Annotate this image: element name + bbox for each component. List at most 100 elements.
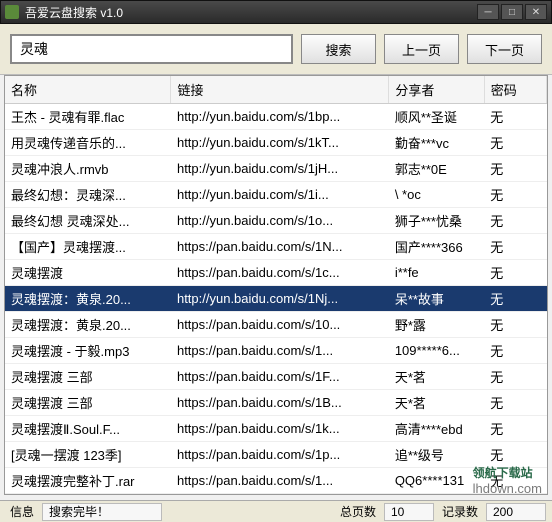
cell-name: 用灵魂传递音乐的... — [5, 130, 171, 156]
cell-link: https://pan.baidu.com/s/1N... — [171, 234, 389, 260]
table-row[interactable]: 灵魂摆渡 三部https://pan.baidu.com/s/1F...天*茗无 — [5, 364, 547, 390]
cell-sharer: 天*茗 — [389, 390, 484, 416]
col-link[interactable]: 链接 — [171, 76, 389, 104]
cell-pwd: 无 — [484, 182, 546, 208]
maximize-button[interactable]: □ — [501, 4, 523, 20]
watermark-url: lhdown.com — [473, 481, 542, 496]
cell-sharer: i**fe — [389, 260, 484, 286]
table-row[interactable]: 灵魂摆渡完整补丁.rarhttps://pan.baidu.com/s/1...… — [5, 468, 547, 494]
cell-sharer: \ *oc — [389, 182, 484, 208]
cell-pwd: 无 — [484, 390, 546, 416]
search-button[interactable]: 搜索 — [301, 34, 376, 64]
cell-pwd: 无 — [484, 208, 546, 234]
cell-name: [灵魂一摆渡 123季] — [5, 442, 171, 468]
cell-pwd: 无 — [484, 156, 546, 182]
window-title: 吾爱云盘搜索 v1.0 — [25, 4, 475, 21]
cell-sharer: 天*茗 — [389, 364, 484, 390]
cell-link: https://pan.baidu.com/s/1B... — [171, 390, 389, 416]
table-row[interactable]: 灵魂摆渡：黄泉.20...https://pan.baidu.com/s/10.… — [5, 312, 547, 338]
cell-sharer: 追**级号 — [389, 442, 484, 468]
cell-link: http://yun.baidu.com/s/1o... — [171, 208, 389, 234]
cell-pwd: 无 — [484, 364, 546, 390]
col-sharer[interactable]: 分享者 — [389, 76, 484, 104]
cell-link: https://pan.baidu.com/s/1... — [171, 338, 389, 364]
cell-name: 灵魂摆渡 三部 — [5, 390, 171, 416]
table-row[interactable]: 用灵魂传递音乐的...http://yun.baidu.com/s/1kT...… — [5, 130, 547, 156]
cell-link: http://yun.baidu.com/s/1Nj... — [171, 286, 389, 312]
cell-link: https://pan.baidu.com/s/1... — [171, 468, 389, 494]
cell-sharer: 野*露 — [389, 312, 484, 338]
table-row[interactable]: 灵魂摆渡黄泉《微...https://pan.baidu.com/s/1eT..… — [5, 494, 547, 496]
cell-link: http://yun.baidu.com/s/1kT... — [171, 130, 389, 156]
cell-pwd: 无 — [484, 234, 546, 260]
cell-pwd: 无 — [484, 286, 546, 312]
title-bar: 吾爱云盘搜索 v1.0 ─ □ ✕ — [0, 0, 552, 24]
cell-name: 灵魂摆渡Ⅱ.Soul.F... — [5, 416, 171, 442]
table-row[interactable]: 灵魂摆渡https://pan.baidu.com/s/1c...i**fe无 — [5, 260, 547, 286]
search-input[interactable] — [10, 34, 293, 64]
app-icon — [5, 5, 19, 19]
cell-link: https://pan.baidu.com/s/1eT... — [171, 494, 389, 496]
cell-pwd: 无 — [484, 416, 546, 442]
cell-sharer: 呆**故事 — [389, 286, 484, 312]
cell-link: https://pan.baidu.com/s/10... — [171, 312, 389, 338]
table-row[interactable]: [灵魂一摆渡 123季]https://pan.baidu.com/s/1p..… — [5, 442, 547, 468]
close-button[interactable]: ✕ — [525, 4, 547, 20]
table-row[interactable]: 灵魂摆渡 - 于毅.mp3https://pan.baidu.com/s/1..… — [5, 338, 547, 364]
prev-page-button[interactable]: 上一页 — [384, 34, 459, 64]
cell-name: 最终幻想：灵魂深... — [5, 182, 171, 208]
table-row[interactable]: 最终幻想 灵魂深处...http://yun.baidu.com/s/1o...… — [5, 208, 547, 234]
cell-name: 王杰 - 灵魂有罪.flac — [5, 104, 171, 130]
cell-name: 灵魂摆渡黄泉《微... — [5, 494, 171, 496]
table-header-row: 名称 链接 分享者 密码 — [5, 76, 547, 104]
watermark: 领航下载站 lhdown.com — [473, 464, 542, 496]
minimize-button[interactable]: ─ — [477, 4, 499, 20]
cell-sharer: QQ6****131 — [389, 468, 484, 494]
cell-name: 灵魂冲浪人.rmvb — [5, 156, 171, 182]
status-totalpages-label: 总页数 — [336, 503, 380, 520]
cell-sharer: 国产****366 — [389, 234, 484, 260]
cell-name: 灵魂摆渡：黄泉.20... — [5, 286, 171, 312]
next-page-button[interactable]: 下一页 — [467, 34, 542, 64]
results-table: 名称 链接 分享者 密码 王杰 - 灵魂有罪.flachttp://yun.ba… — [5, 76, 547, 495]
table-row[interactable]: 最终幻想：灵魂深...http://yun.baidu.com/s/1i...\… — [5, 182, 547, 208]
cell-sharer: 顺风**圣诞 — [389, 104, 484, 130]
col-name[interactable]: 名称 — [5, 76, 171, 104]
cell-sharer: 109*****6... — [389, 338, 484, 364]
status-totalpages-value: 10 — [384, 503, 434, 521]
status-records-label: 记录数 — [438, 503, 482, 520]
cell-sharer: 高清****ebd — [389, 416, 484, 442]
cell-link: https://pan.baidu.com/s/1F... — [171, 364, 389, 390]
cell-pwd: 无 — [484, 338, 546, 364]
status-records-value: 200 — [486, 503, 546, 521]
table-row[interactable]: 【国产】灵魂摆渡...https://pan.baidu.com/s/1N...… — [5, 234, 547, 260]
watermark-brand: 领航下载站 — [473, 464, 542, 481]
cell-name: 灵魂摆渡：黄泉.20... — [5, 312, 171, 338]
table-row[interactable]: 灵魂摆渡：黄泉.20...http://yun.baidu.com/s/1Nj.… — [5, 286, 547, 312]
cell-pwd: 无 — [484, 130, 546, 156]
status-info-label: 信息 — [6, 503, 38, 520]
cell-link: https://pan.baidu.com/s/1p... — [171, 442, 389, 468]
cell-name: 灵魂摆渡 — [5, 260, 171, 286]
cell-sharer: 狮子***忧桑 — [389, 208, 484, 234]
cell-pwd: 无 — [484, 104, 546, 130]
table-row[interactable]: 灵魂摆渡Ⅱ.Soul.F...https://pan.baidu.com/s/1… — [5, 416, 547, 442]
cell-sharer: 郭志**0E — [389, 156, 484, 182]
table-row[interactable]: 灵魂冲浪人.rmvbhttp://yun.baidu.com/s/1jH...郭… — [5, 156, 547, 182]
toolbar: 搜索 上一页 下一页 — [0, 24, 552, 75]
cell-name: 【国产】灵魂摆渡... — [5, 234, 171, 260]
cell-pwd: 无 — [484, 260, 546, 286]
cell-link: https://pan.baidu.com/s/1c... — [171, 260, 389, 286]
status-bar: 信息 搜索完毕！ 总页数 10 记录数 200 — [0, 500, 552, 522]
table-row[interactable]: 王杰 - 灵魂有罪.flachttp://yun.baidu.com/s/1bp… — [5, 104, 547, 130]
cell-sharer: 勤奋***vc — [389, 130, 484, 156]
col-pwd[interactable]: 密码 — [484, 76, 546, 104]
cell-name: 最终幻想 灵魂深处... — [5, 208, 171, 234]
results-table-wrap[interactable]: 名称 链接 分享者 密码 王杰 - 灵魂有罪.flachttp://yun.ba… — [4, 75, 548, 495]
cell-link: https://pan.baidu.com/s/1k... — [171, 416, 389, 442]
table-row[interactable]: 灵魂摆渡 三部https://pan.baidu.com/s/1B...天*茗无 — [5, 390, 547, 416]
cell-name: 灵魂摆渡 - 于毅.mp3 — [5, 338, 171, 364]
cell-name: 灵魂摆渡 三部 — [5, 364, 171, 390]
status-info-value: 搜索完毕！ — [42, 503, 162, 521]
cell-pwd: 无 — [484, 312, 546, 338]
